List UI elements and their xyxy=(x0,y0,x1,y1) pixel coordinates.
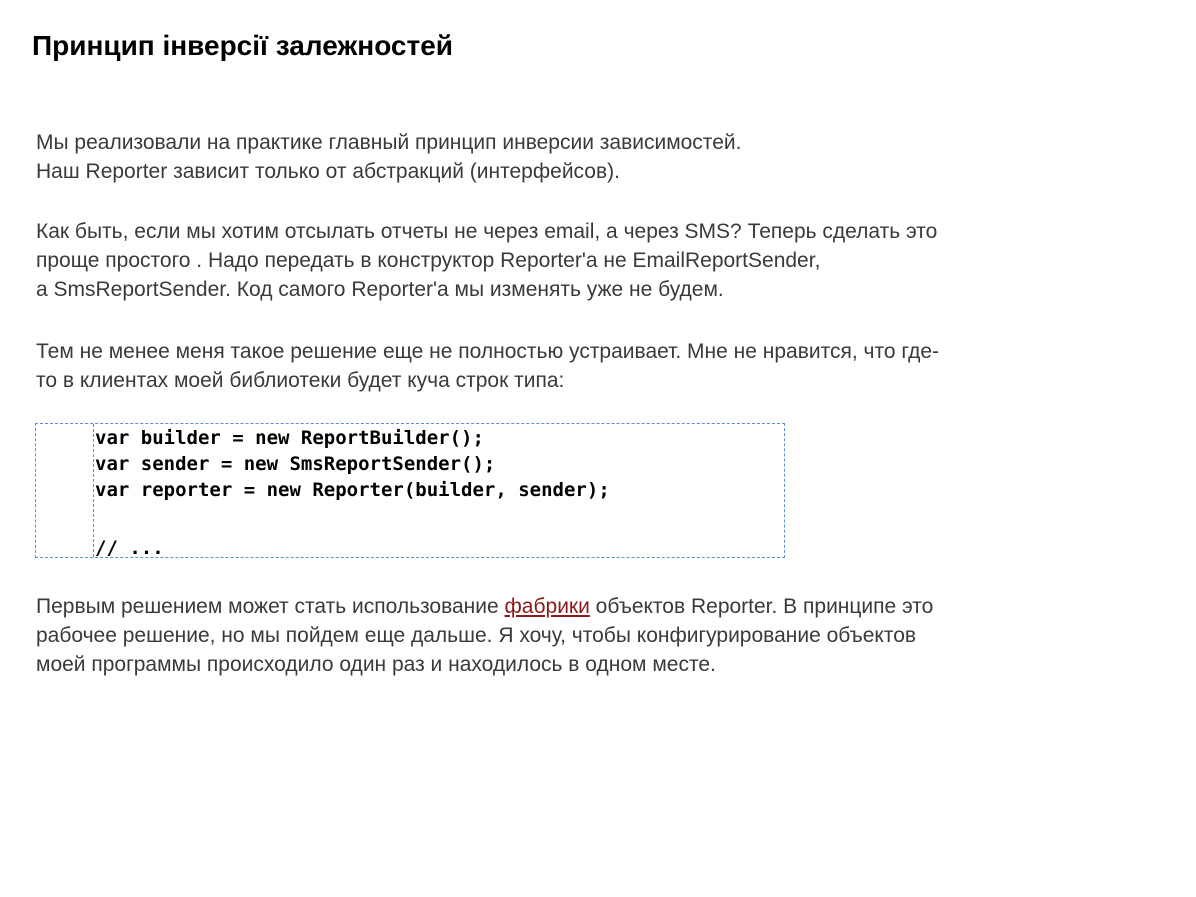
text-fragment: объектов Reporter. В принципе это xyxy=(589,595,934,618)
paragraph-dip-summary: Мы реализовали на практике главный принц… xyxy=(36,128,741,186)
text-line: моей программы происходило один раз и на… xyxy=(36,653,716,676)
text-line: Наш Reporter зависит только от абстракци… xyxy=(36,160,620,183)
text-line: Первым решением может стать использовани… xyxy=(36,592,933,621)
text-line: Как быть, если мы хотим отсылать отчеты … xyxy=(36,220,938,243)
code-block: var builder = new ReportBuilder(); var s… xyxy=(35,423,785,561)
code-line: var sender = new SmsReportSender(); xyxy=(95,453,496,475)
paragraph-not-satisfied: Тем не менее меня такое решение еще не п… xyxy=(36,337,939,395)
code-line: var reporter = new Reporter(builder, sen… xyxy=(95,479,610,501)
text-line: Мы реализовали на практике главный принц… xyxy=(36,131,742,154)
factory-link[interactable]: фабрики xyxy=(505,595,590,618)
page-title: Принцип інверсії залежностей xyxy=(32,30,453,61)
code-line-comment: // ... xyxy=(95,537,164,559)
code-gutter-divider xyxy=(93,424,94,557)
text-line: то в клиентах моей библиотеки будет куча… xyxy=(36,369,565,392)
paragraph-sms-question: Как быть, если мы хотим отсылать отчеты … xyxy=(36,217,937,304)
text-line: а SmsReportSender. Код самого Reporter'a… xyxy=(36,278,724,301)
code-lines: var builder = new ReportBuilder(); var s… xyxy=(95,425,610,561)
text-line: проще простого . Надо передать в констру… xyxy=(36,249,821,272)
text-fragment: Первым решением может стать использовани… xyxy=(36,595,505,618)
paragraph-factory-solution: Первым решением может стать использовани… xyxy=(36,592,933,679)
code-line: var builder = new ReportBuilder(); xyxy=(95,427,484,449)
text-line: рабочее решение, но мы пойдем еще дальше… xyxy=(36,624,917,647)
text-line: Тем не менее меня такое решение еще не п… xyxy=(36,340,940,363)
